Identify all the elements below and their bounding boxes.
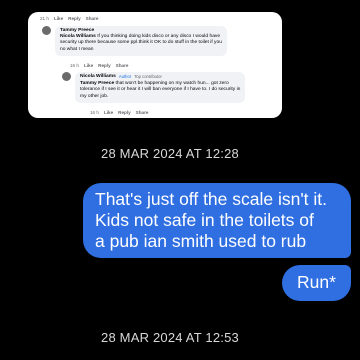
- chat-screen: 21 h Like Reply Share Tammy Preece Nicol…: [0, 0, 360, 360]
- outgoing-message[interactable]: Run*: [282, 265, 351, 301]
- comment-time: 21 h: [40, 16, 49, 21]
- reply-link: Reply: [118, 110, 131, 115]
- comment-text-line: my other job.: [80, 93, 109, 99]
- comment-body: Tammy Preece Nicola Williams If you thin…: [55, 26, 227, 56]
- outgoing-message[interactable]: That's just off the scale isn't it. Kids…: [83, 183, 351, 258]
- comment-text-line: If you thinking doing kids disco or any …: [95, 34, 221, 40]
- like-link: Like: [53, 16, 64, 21]
- comment-mention: Nicola Williams: [60, 34, 96, 40]
- comment-actions: 16 h Like Reply Share: [90, 110, 148, 115]
- comment-meta: Nicola Williams Author Top contributor: [80, 74, 240, 80]
- like-link: Like: [83, 63, 94, 68]
- message-line: Kids not safe in the toilets of: [95, 210, 314, 230]
- comment-tammy: Tammy Preece Nicola Williams If you thin…: [42, 26, 278, 56]
- comment-actions-top: 21 h Like Reply Share: [40, 16, 98, 21]
- timestamp: 28 MAR 2024 AT 12:28: [101, 146, 239, 161]
- avatar: [42, 26, 51, 35]
- shared-image-message[interactable]: 21 h Like Reply Share Tammy Preece Nicol…: [28, 12, 282, 118]
- comment-author: Nicola Williams: [80, 74, 116, 79]
- comment-author: Tammy Preece: [60, 28, 95, 33]
- share-link: Share: [135, 110, 149, 115]
- comment-text-line: tolerance if I see it or hear it I will …: [80, 87, 241, 93]
- comment-actions: 16 h Like Reply Share: [70, 63, 128, 68]
- avatar: [62, 72, 71, 81]
- message-line: That's just off the scale isn't it.: [95, 189, 328, 209]
- author-badge: Author: [118, 74, 132, 79]
- comment-text-line: that won't be happening on my watch hun.…: [114, 81, 229, 87]
- share-link: Share: [85, 16, 99, 21]
- comment-time: 16 h: [90, 110, 99, 115]
- comment-nicola: Nicola Williams Author Top contributor T…: [62, 72, 278, 103]
- comment-mention: Tammy Preece: [80, 81, 115, 87]
- comment-body: Nicola Williams Author Top contributor T…: [75, 72, 246, 103]
- reply-link: Reply: [98, 63, 111, 68]
- comment-text-line: no what I mean: [60, 46, 94, 52]
- like-link: Like: [103, 110, 114, 115]
- comment-text-line: security up there because some ppl.think…: [60, 40, 222, 46]
- comment-time: 16 h: [70, 63, 79, 68]
- reply-link: Reply: [68, 16, 81, 21]
- timestamp: 28 MAR 2024 AT 12:53: [101, 330, 239, 345]
- message-text: Run*: [297, 272, 336, 292]
- message-line: a pub ian smith used to rub: [95, 231, 307, 251]
- contributor-badge: Top contributor: [134, 74, 162, 79]
- share-link: Share: [115, 63, 129, 68]
